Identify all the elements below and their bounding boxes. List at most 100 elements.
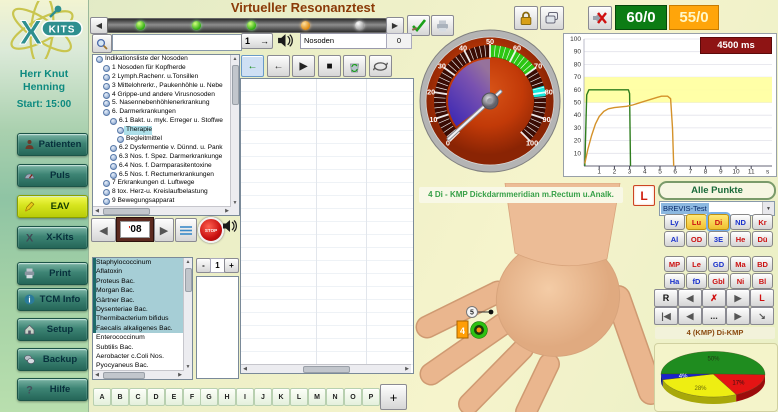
alphabet-button-l[interactable]: L: [290, 388, 308, 406]
meridian-button-d-[interactable]: Dü: [752, 231, 773, 247]
player-prev-button[interactable]: ◀: [91, 218, 116, 242]
remedy-vertical-scrollbar[interactable]: ▲ ▼: [183, 258, 192, 379]
remedy-item[interactable]: Subtilis Bac.: [93, 343, 184, 352]
remedy-item[interactable]: Morgan Bac.: [93, 286, 184, 295]
nav-button--[interactable]: ▶: [726, 289, 750, 307]
player-next-button[interactable]: ▶: [154, 218, 174, 242]
nav-button--[interactable]: ▶: [726, 307, 750, 325]
tree-item[interactable]: 3 Mittelohrerkr., Paukenhöhle u. Nebe: [93, 82, 231, 91]
quantity-minus-button[interactable]: -: [196, 258, 211, 273]
result-table[interactable]: ◀ ▶: [240, 78, 414, 374]
stop-icon[interactable]: STOP: [198, 217, 224, 243]
arrow-left-icon[interactable]: ←: [267, 55, 290, 77]
meridian-button-mp[interactable]: MP: [664, 256, 685, 272]
tree-item[interactable]: 7 Erkrankungen d. Luftwege: [93, 179, 231, 188]
tree-item[interactable]: 1 Nosoden für Kopfherde: [93, 64, 231, 73]
nav-button-r[interactable]: R: [654, 289, 678, 307]
loop-icon[interactable]: [369, 55, 392, 77]
sidebar-button-backup[interactable]: Backup: [17, 348, 88, 371]
alphabet-button-k[interactable]: K: [272, 388, 290, 406]
tree-horizontal-scrollbar[interactable]: ◀ ▶: [93, 206, 231, 215]
remedy-item[interactable]: Aerobacter c.Coli Nos.: [93, 352, 184, 361]
tree-item[interactable]: 6.4 Nos. f. Darmparasitentoxine: [93, 162, 231, 171]
selection-box[interactable]: [196, 276, 239, 379]
tree-item[interactable]: 8 tox. Herz-u. Kreislaufbelastung: [93, 188, 231, 197]
slider-left-arrow[interactable]: ◀: [90, 17, 108, 34]
remedy-item[interactable]: Enterococcinum: [93, 333, 184, 342]
all-points-button[interactable]: Alle Punkte: [658, 181, 776, 200]
meridian-button-od[interactable]: OD: [686, 231, 707, 247]
tree-item[interactable]: 6.2 Dysfermentie v. Dünnd. u. Pank: [93, 144, 231, 153]
tree-item[interactable]: 9 Bewegungsapparat: [93, 197, 231, 206]
alphabet-button-i[interactable]: I: [236, 388, 254, 406]
arrow-left-green-icon[interactable]: ←: [241, 55, 264, 77]
sidebar-button-print[interactable]: Print: [17, 262, 88, 285]
nav-button--[interactable]: |◀: [654, 307, 678, 325]
alphabet-button-a[interactable]: A: [93, 388, 111, 406]
remedy-horizontal-scrollbar[interactable]: ◀ ▶: [93, 370, 184, 379]
left-side-button[interactable]: L: [633, 185, 655, 206]
meridian-button-al[interactable]: Al: [664, 231, 685, 247]
alphabet-button-n[interactable]: N: [326, 388, 344, 406]
meridian-button-kr[interactable]: Kr: [752, 214, 773, 230]
sidebar-button-x-kits[interactable]: XX-Kits: [17, 226, 88, 249]
tree-item[interactable]: Therapie: [93, 126, 231, 135]
speaker-icon[interactable]: [277, 32, 297, 49]
add-button[interactable]: +: [380, 384, 407, 410]
alphabet-button-c[interactable]: C: [129, 388, 147, 406]
meridian-button-he[interactable]: He: [730, 231, 751, 247]
lock-icon[interactable]: [514, 6, 538, 30]
remedy-item[interactable]: Staphylococcinum: [93, 258, 184, 267]
nav-button--[interactable]: ↘: [750, 307, 774, 325]
alphabet-button-g[interactable]: G: [200, 388, 218, 406]
remedy-item[interactable]: Proteus Bac.: [93, 277, 184, 286]
meridian-button-ha[interactable]: Ha: [664, 273, 685, 289]
tree-item[interactable]: 6.1 Bakt. u. myk. Erreger u. Stoffwe: [93, 117, 231, 126]
tree-item[interactable]: 6. Darmerkrankungen: [93, 108, 231, 117]
tree-item[interactable]: 4 Grippe-und andere Virusnosoden: [93, 91, 231, 100]
meridian-button-lu[interactable]: Lu: [686, 214, 707, 230]
remedy-item[interactable]: Thermibacterium bifidus: [93, 314, 184, 323]
nav-button-l[interactable]: L: [750, 289, 774, 307]
alphabet-button-h[interactable]: H: [218, 388, 236, 406]
remedy-list[interactable]: StaphylococcinumAflatoxinProteus Bac.Mor…: [92, 257, 193, 380]
alphabet-button-j[interactable]: J: [254, 388, 272, 406]
copy-window-icon[interactable]: [540, 6, 564, 30]
step-button[interactable]: 1→: [241, 33, 273, 49]
remedy-item[interactable]: Gärtner Bac.: [93, 296, 184, 305]
meridian-button-nd[interactable]: ND: [730, 214, 751, 230]
alphabet-button-e[interactable]: E: [165, 388, 183, 406]
mute-icon[interactable]: [588, 6, 612, 30]
alphabet-button-m[interactable]: M: [308, 388, 326, 406]
nav-button--[interactable]: ◀: [678, 289, 702, 307]
tree-item[interactable]: 6.3 Nos. f. Spez. Darmerkrankunge: [93, 153, 231, 162]
search-icon[interactable]: [92, 34, 112, 53]
meridian-button-fd[interactable]: fD: [686, 273, 707, 289]
recycle-bin-icon[interactable]: [343, 55, 366, 77]
nav-button--[interactable]: ◀: [678, 307, 702, 325]
alphabet-button-b[interactable]: B: [111, 388, 129, 406]
alphabet-button-f[interactable]: F: [183, 388, 201, 406]
meridian-button-3e[interactable]: 3E: [708, 231, 729, 247]
remedy-item[interactable]: Dysenteriae Bac.: [93, 305, 184, 314]
nav-button--[interactable]: ...: [702, 307, 726, 325]
list-icon[interactable]: [175, 218, 197, 242]
meridian-button-di[interactable]: Di: [708, 214, 729, 230]
tree-item[interactable]: 6.5 Nos. f. Rectumerkrankungen: [93, 171, 231, 180]
meridian-button-bl[interactable]: Bl: [752, 273, 773, 289]
alphabet-button-d[interactable]: D: [147, 388, 165, 406]
progress-slider[interactable]: [107, 18, 387, 33]
speaker-icon[interactable]: [222, 218, 238, 240]
meridian-button-gd[interactable]: GD: [708, 256, 729, 272]
sidebar-button-hilfe[interactable]: ?Hilfe: [17, 378, 88, 401]
meridian-button-le[interactable]: Le: [686, 256, 707, 272]
sidebar-button-tcm-info[interactable]: iTCM Info: [17, 288, 88, 311]
sidebar-button-puls[interactable]: Puls: [17, 164, 88, 187]
tree-item[interactable]: 2 Lymph.Rachenr. u.Tonsillen: [93, 73, 231, 82]
sidebar-button-eav[interactable]: EAV: [17, 195, 88, 218]
quantity-plus-button[interactable]: +: [224, 258, 239, 273]
meridian-button-ni[interactable]: Ni: [730, 273, 751, 289]
tree-item[interactable]: 5. Nasennebenhöhlenerkrankung: [93, 99, 231, 108]
alphabet-button-p[interactable]: P: [362, 388, 380, 406]
tree-item[interactable]: Indikationsliste der Nosoden: [93, 55, 231, 64]
